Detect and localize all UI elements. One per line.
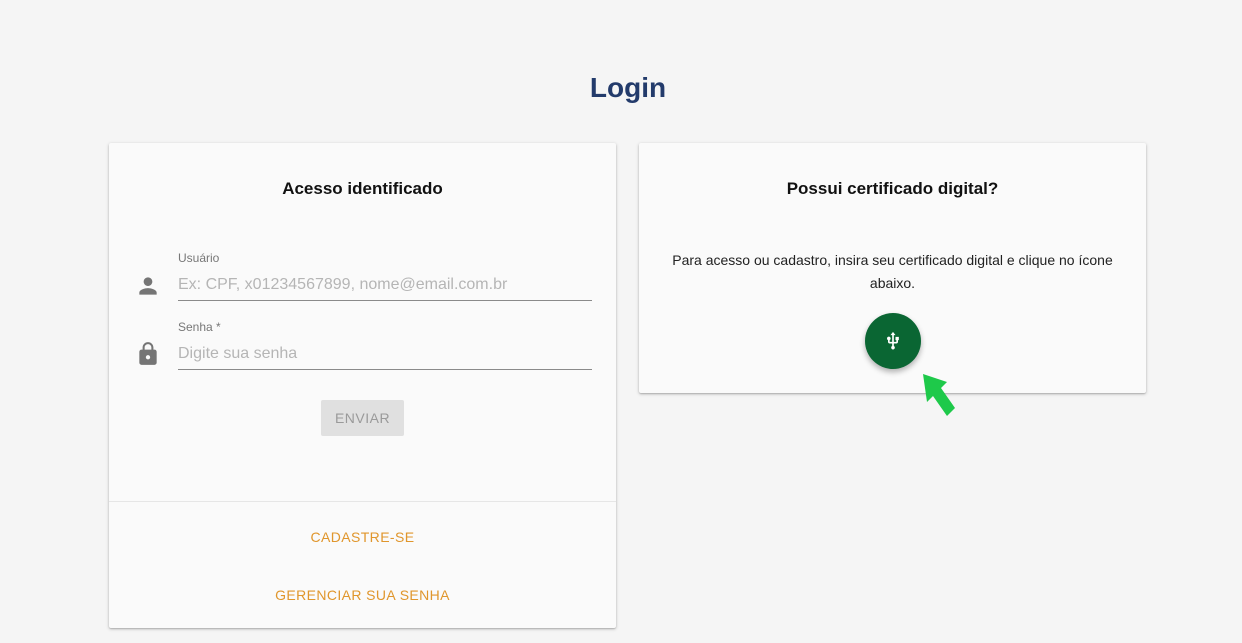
username-field: Usuário — [178, 251, 592, 311]
send-button[interactable]: ENVIAR — [321, 400, 404, 436]
password-field: Senha * — [178, 320, 592, 380]
card-divider — [109, 501, 616, 502]
digital-certificate-title: Possui certificado digital? — [786, 179, 999, 198]
usb-certificate-button[interactable] — [865, 313, 921, 369]
lock-icon — [139, 342, 157, 365]
password-input[interactable] — [178, 338, 592, 370]
pointer-arrow-icon — [923, 374, 955, 416]
manage-password-link[interactable]: GERENCIAR SUA SENHA — [109, 587, 616, 603]
identified-access-title: Acesso identificado — [282, 179, 443, 198]
digital-certificate-card: Possui certificado digital? Para acesso … — [639, 143, 1146, 393]
password-label: Senha * — [178, 320, 221, 334]
usb-icon — [887, 331, 899, 350]
username-label: Usuário — [178, 251, 220, 265]
digital-certificate-description: Para acesso ou cadastro, insira seu cert… — [672, 252, 1113, 291]
page-title: Login — [589, 72, 667, 103]
person-icon — [139, 277, 157, 295]
register-link[interactable]: CADASTRE-SE — [109, 529, 616, 545]
username-input[interactable] — [178, 269, 592, 301]
identified-access-card: Acesso identificado Usuário Senha * ENVI… — [109, 143, 616, 628]
